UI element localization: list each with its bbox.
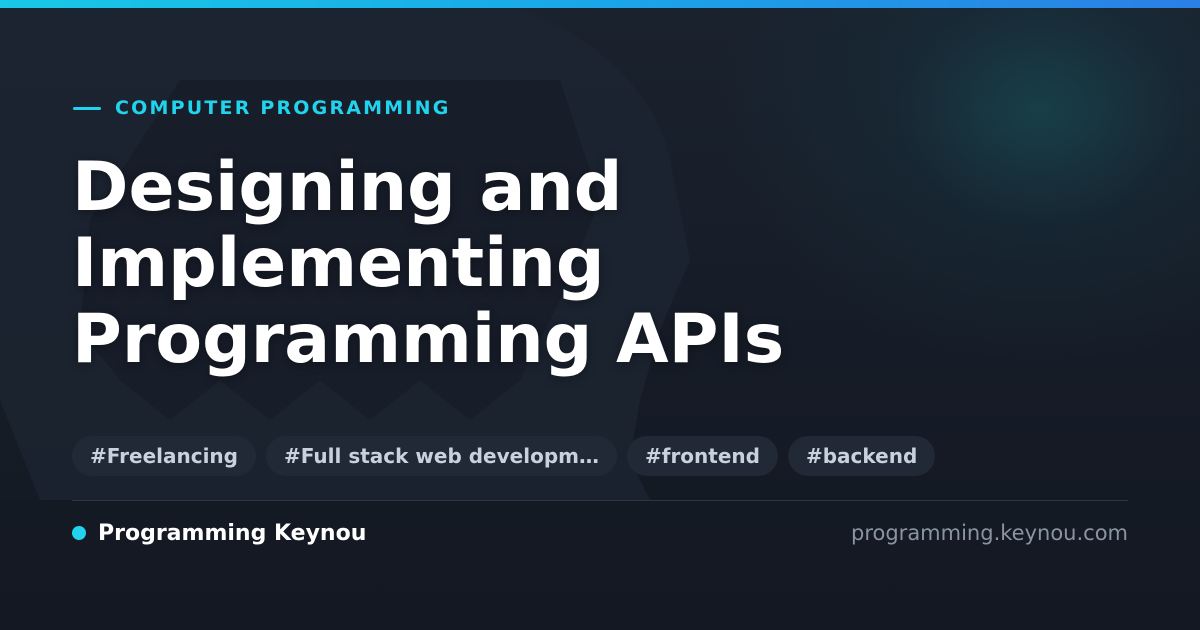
category-dash (73, 106, 101, 110)
category-label: COMPUTER PROGRAMMING (73, 96, 451, 120)
footer-divider (72, 500, 1128, 501)
top-accent-bar (0, 0, 1200, 8)
category-text: COMPUTER PROGRAMMING (115, 97, 451, 119)
tag-freelancing[interactable]: #Freelancing (72, 436, 256, 476)
tag-frontend[interactable]: #frontend (626, 436, 778, 476)
brand-name: Programming Keynou (98, 520, 367, 546)
site-domain-link[interactable]: programming.keynou.com (851, 519, 1128, 547)
tag-list: #Freelancing #Full stack web developm… #… (72, 436, 936, 476)
brand[interactable]: Programming Keynou (72, 519, 366, 547)
tag-label: #backend (805, 444, 918, 468)
tag-label: #Freelancing (90, 444, 238, 468)
tag-label: #Full stack web developm… (284, 444, 599, 468)
tag-label: #frontend (644, 444, 760, 468)
page-title: Designing and Implementing Programming A… (72, 150, 1132, 378)
tag-backend[interactable]: #backend (787, 436, 936, 476)
brand-dot-icon (72, 526, 86, 540)
tag-full-stack-web-development[interactable]: #Full stack web developm… (266, 436, 617, 476)
title-line: Implementing (72, 224, 605, 303)
title-line: Programming APIs (72, 300, 785, 379)
title-line: Designing and (72, 148, 623, 227)
